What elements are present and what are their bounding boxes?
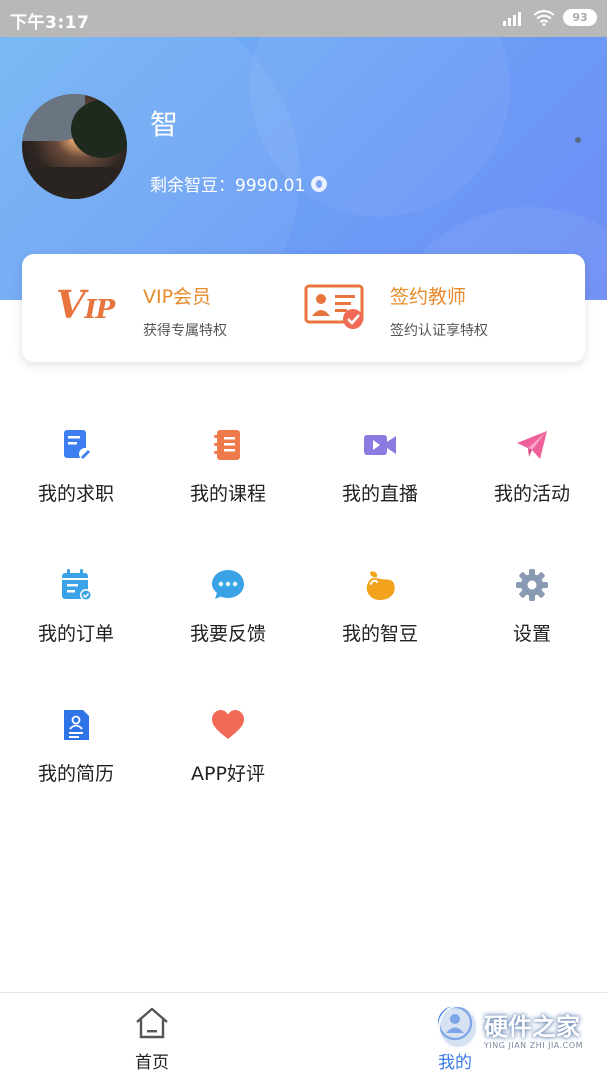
watermark-logo-icon: [438, 1005, 478, 1049]
menu-item-my-courses[interactable]: 我的课程: [152, 415, 304, 525]
status-icons: 93: [503, 9, 597, 26]
signal-icon: [503, 11, 521, 26]
signed-teacher-entry[interactable]: 签约教师 签约认证享特权: [302, 254, 582, 362]
menu-item-my-live[interactable]: 我的直播: [304, 415, 456, 525]
menu-item-my-orders[interactable]: 我的订单: [0, 555, 152, 665]
calendar-check-icon: [62, 569, 92, 601]
teacher-subtitle: 签约认证享特权: [390, 323, 488, 339]
avatar[interactable]: [22, 94, 127, 199]
menu-label: 我的智豆: [341, 623, 418, 645]
vip-logo-icon: VIP: [56, 282, 115, 327]
menu-item-settings[interactable]: 设置: [456, 555, 607, 665]
wifi-icon: [533, 9, 555, 26]
bean-badge-icon: [311, 175, 328, 192]
menu-label: 我的活动: [493, 483, 570, 505]
user-name: 智: [150, 108, 179, 141]
menu-item-my-resume[interactable]: 我的简历: [0, 695, 152, 805]
menu-label: 我的订单: [37, 623, 114, 645]
vip-subtitle: 获得专属特权: [143, 323, 227, 339]
resume-edit-icon: [64, 430, 91, 460]
menu-label: 我的求职: [37, 483, 114, 505]
menu-label: 设置: [512, 623, 551, 645]
heart-icon: [212, 710, 244, 739]
watermark-subtitle: YING JIAN ZHI JIA.COM: [484, 1041, 583, 1050]
beans-balance-label: 剩余智豆：9990.01: [150, 176, 306, 196]
gear-icon: [516, 569, 548, 601]
paper-plane-icon: [517, 431, 547, 459]
vip-title: VIP会员: [143, 286, 212, 308]
menu-item-my-beans[interactable]: 我的智豆: [304, 555, 456, 665]
certificate-icon: [304, 284, 364, 329]
menu-label: 我的课程: [189, 483, 266, 505]
menu-label: 我要反馈: [189, 623, 266, 645]
membership-card: VIP VIP会员 获得专属特权 签约教师 签约认证享特权: [22, 254, 585, 362]
menu-label: 我的简历: [37, 763, 114, 785]
home-icon: [136, 1007, 168, 1039]
beans-balance[interactable]: 剩余智豆：9990.01: [150, 171, 328, 196]
watermark: 硬件之家 YING JIAN ZHI JIA.COM: [438, 1003, 598, 1063]
watermark-title: 硬件之家: [484, 1013, 580, 1041]
status-bar: 下午3:17 93: [0, 0, 607, 37]
menu-item-my-activities[interactable]: 我的活动: [456, 415, 607, 525]
notebook-icon: [214, 430, 240, 460]
chat-bubble-icon: [212, 570, 244, 599]
vip-member-entry[interactable]: VIP VIP会员 获得专属特权: [22, 254, 302, 362]
menu-item-feedback[interactable]: 我要反馈: [152, 555, 304, 665]
battery-indicator: 93: [563, 9, 597, 26]
menu-item-app-rating[interactable]: APP好评: [152, 695, 304, 805]
video-camera-icon: [364, 435, 396, 455]
menu-label: APP好评: [191, 763, 265, 785]
decorative-dot: [575, 137, 581, 143]
tab-home[interactable]: 首页: [62, 993, 242, 1080]
resume-card-icon: [64, 710, 89, 740]
menu-item-my-jobs[interactable]: 我的求职: [0, 415, 152, 525]
menu-label: 我的直播: [341, 483, 418, 505]
teacher-title: 签约教师: [390, 286, 467, 308]
status-time: 下午3:17: [10, 13, 90, 33]
tab-home-label: 首页: [135, 1053, 169, 1073]
bean-icon: [366, 571, 395, 600]
